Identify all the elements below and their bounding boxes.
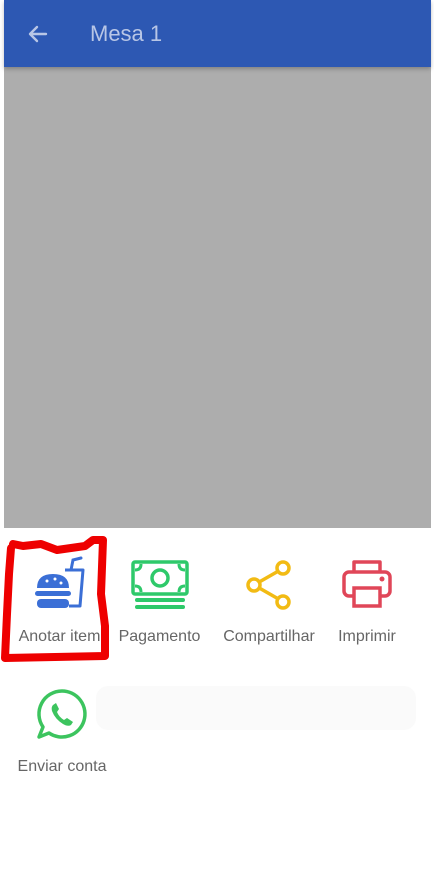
arrow-left-icon xyxy=(28,25,48,42)
cash-icon xyxy=(130,560,189,609)
share-icon xyxy=(246,560,291,610)
app-screen: Mesa 1 Anotar item Pagamento Compartilha… xyxy=(4,0,431,879)
back-button[interactable] xyxy=(24,20,52,48)
action-label: Anotar item xyxy=(18,628,101,645)
burger-soda-icon xyxy=(34,556,84,608)
action-label: Pagamento xyxy=(118,628,201,645)
action-anotar-item[interactable]: Anotar item xyxy=(12,556,107,646)
page-title: Mesa 1 xyxy=(90,20,163,46)
action-pagamento[interactable]: Pagamento xyxy=(112,556,207,646)
app-bar: Mesa 1 xyxy=(4,0,431,67)
faded-content xyxy=(96,686,416,730)
action-imprimir[interactable]: Imprimir xyxy=(324,556,410,646)
action-label: Imprimir xyxy=(338,628,396,645)
printer-icon xyxy=(342,560,392,608)
action-label: Enviar conta xyxy=(17,758,107,775)
action-label: Compartilhar xyxy=(223,628,315,645)
modal-backdrop[interactable] xyxy=(4,67,431,528)
whatsapp-icon xyxy=(37,689,87,739)
action-compartilhar[interactable]: Compartilhar xyxy=(216,556,322,646)
action-enviar-conta[interactable]: Enviar conta xyxy=(12,686,112,776)
